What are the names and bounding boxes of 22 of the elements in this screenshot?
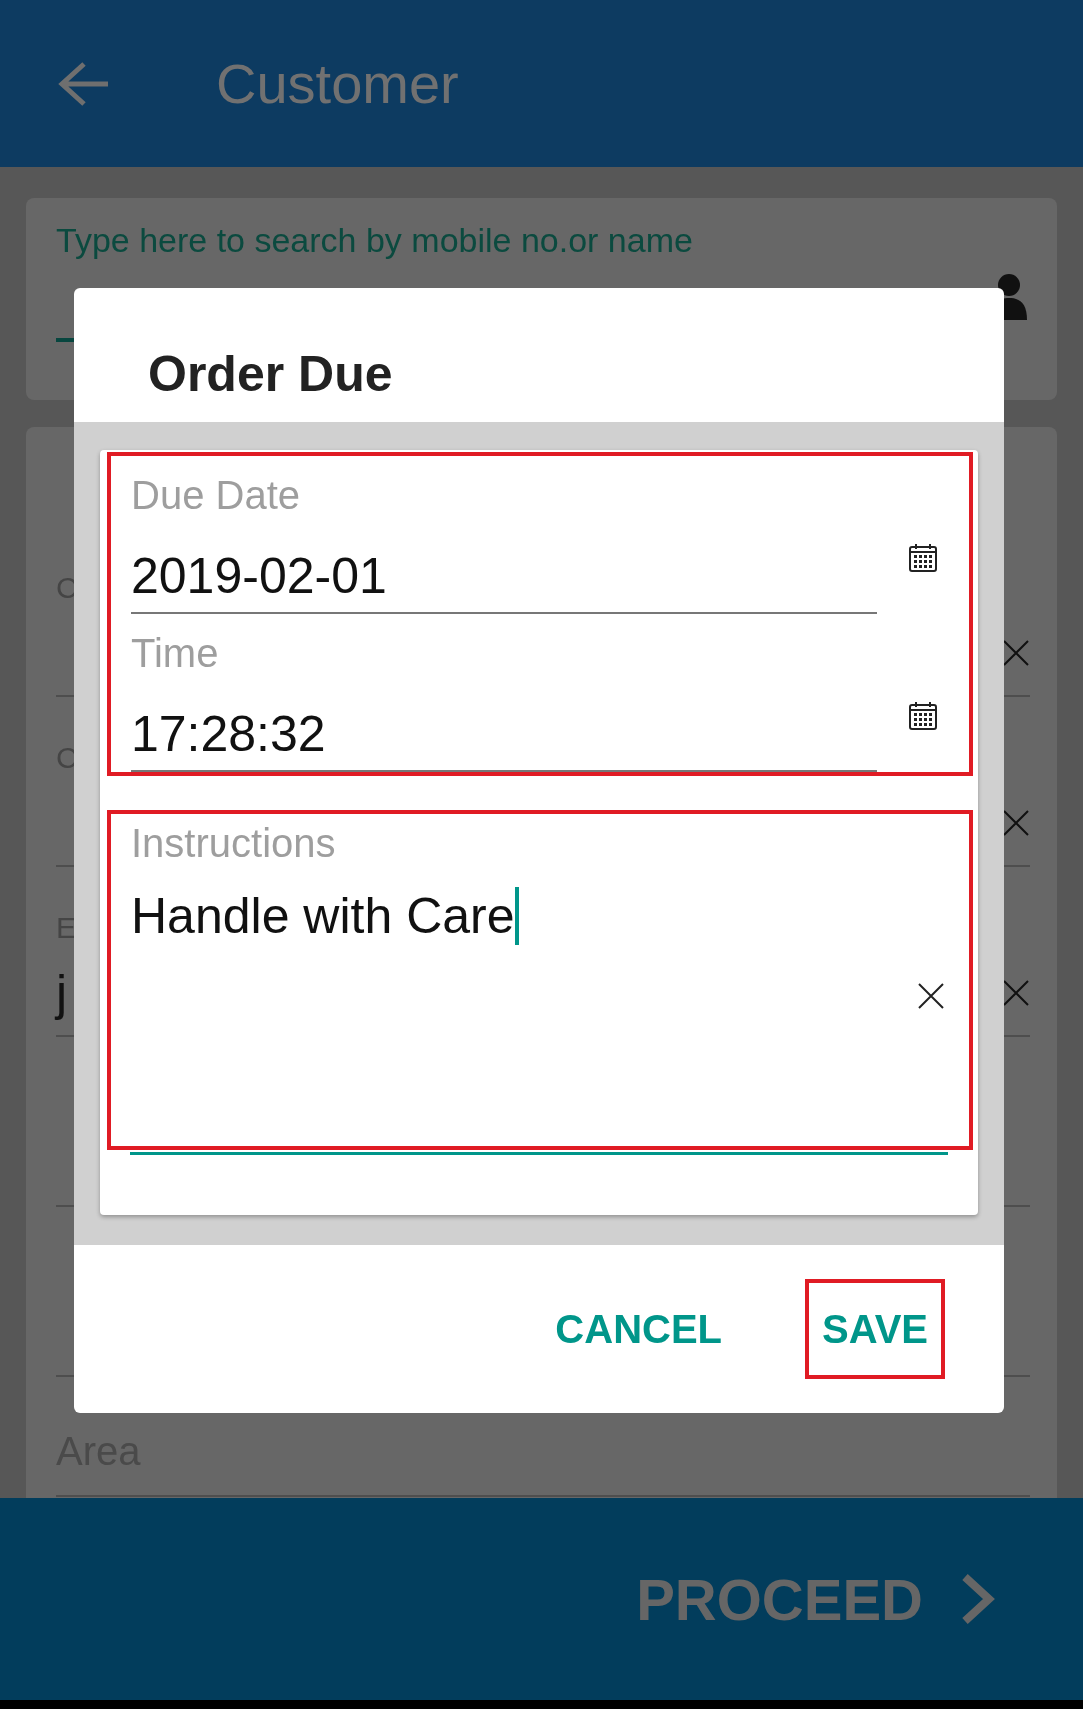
field-label: Time	[131, 630, 220, 676]
search-label: Type here to search by mobile no.or name	[56, 220, 694, 260]
date-field[interactable]: Due Date 2019-02-01	[131, 472, 877, 614]
clear-icon[interactable]	[1002, 979, 1030, 1007]
field-value: Handle with Care	[131, 886, 519, 946]
dialog-action-button[interactable]: CANCEL	[538, 1279, 740, 1379]
clear-icon[interactable]	[917, 982, 945, 1010]
clear-icon[interactable]	[1002, 809, 1030, 837]
dialog-title: Order Due	[148, 346, 393, 402]
calendar-icon[interactable]	[907, 542, 939, 574]
date-field[interactable]: Time 17:28:32	[131, 630, 877, 772]
field-value: 2019-02-01	[131, 547, 388, 606]
field-value: 17:28:32	[131, 705, 327, 764]
clear-icon[interactable]	[1002, 639, 1030, 667]
field-label: Instructions	[131, 820, 337, 866]
screen-title: Customer	[216, 50, 459, 117]
dialog-action-button[interactable]: SAVE	[805, 1279, 945, 1379]
field-value: j	[56, 965, 68, 1021]
chevron-right-icon	[961, 1573, 995, 1625]
text-cursor	[514, 887, 519, 945]
calendar-icon[interactable]	[907, 700, 939, 732]
field-label: Due Date	[131, 472, 301, 518]
